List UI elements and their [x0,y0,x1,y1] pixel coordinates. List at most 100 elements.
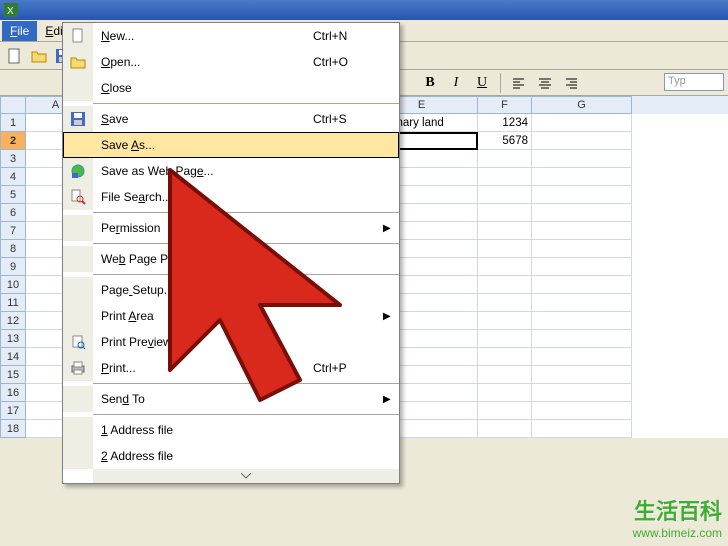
cell-F1[interactable]: 1234 [478,114,532,132]
cell-F14[interactable] [478,348,532,366]
row-header-10[interactable]: 10 [0,276,26,294]
menu-item-print-preview[interactable]: Print Preview [63,329,399,355]
menu-item-open[interactable]: Open...Ctrl+O [63,49,399,75]
cell-G15[interactable] [532,366,632,384]
menu-item-save[interactable]: SaveCtrl+S [63,106,399,132]
row-header-13[interactable]: 13 [0,330,26,348]
menu-expand-chevron[interactable] [93,469,399,483]
cell-F2[interactable]: 5678 [478,132,532,150]
row-header-12[interactable]: 12 [0,312,26,330]
row-header-17[interactable]: 17 [0,402,26,420]
cell-F15[interactable] [478,366,532,384]
cell-F17[interactable] [478,402,532,420]
align-center-icon[interactable] [535,73,555,93]
cell-G4[interactable] [532,168,632,186]
align-right-icon[interactable] [561,73,581,93]
select-all-corner[interactable] [0,96,26,114]
blank-icon [63,246,93,272]
menu-item-2-address-file[interactable]: 2 Address file [63,443,399,469]
cell-G9[interactable] [532,258,632,276]
blank-icon [63,75,93,101]
italic-button[interactable]: I [446,73,466,93]
row-header-3[interactable]: 3 [0,150,26,168]
menu-item-label: Print... [93,361,313,375]
cell-F18[interactable] [478,420,532,438]
cell-G13[interactable] [532,330,632,348]
file-menu-dropdown: New...Ctrl+NOpen...Ctrl+OClose SaveCtrl+S… [62,22,400,484]
row-header-14[interactable]: 14 [0,348,26,366]
cell-G2[interactable] [532,132,632,150]
cell-G12[interactable] [532,312,632,330]
column-header-G[interactable]: G [532,96,632,114]
row-header-11[interactable]: 11 [0,294,26,312]
cell-F13[interactable] [478,330,532,348]
cell-G16[interactable] [532,384,632,402]
new-doc-icon [63,23,93,49]
row-header-8[interactable]: 8 [0,240,26,258]
submenu-arrow-icon: ▶ [383,394,399,405]
align-left-icon[interactable] [509,73,529,93]
cell-G10[interactable] [532,276,632,294]
cell-G7[interactable] [532,222,632,240]
cell-F8[interactable] [478,240,532,258]
row-header-2[interactable]: 2 [0,132,26,150]
menu-item-print-area[interactable]: Print Area▶ [63,303,399,329]
cell-F11[interactable] [478,294,532,312]
cell-F7[interactable] [478,222,532,240]
menu-item-label: Send To [93,392,313,406]
print-preview-icon [63,329,93,355]
cell-G6[interactable] [532,204,632,222]
row-header-5[interactable]: 5 [0,186,26,204]
cell-G3[interactable] [532,150,632,168]
row-header-9[interactable]: 9 [0,258,26,276]
column-header-F[interactable]: F [478,96,532,114]
menu-item-print[interactable]: Print...Ctrl+P [63,355,399,381]
menu-item-permission[interactable]: Permission▶ [63,215,399,241]
menu-item-save-as-web-page[interactable]: Save as Web Page... [63,158,399,184]
row-header-6[interactable]: 6 [0,204,26,222]
menu-item-label: File Search... [93,190,313,204]
row-header-4[interactable]: 4 [0,168,26,186]
title-bar: X [0,0,728,20]
underline-button[interactable]: U [472,73,492,93]
blank-icon [63,386,93,412]
row-header-18[interactable]: 18 [0,420,26,438]
cell-G11[interactable] [532,294,632,312]
menu-item-new[interactable]: New...Ctrl+N [63,23,399,49]
row-header-16[interactable]: 16 [0,384,26,402]
cell-F6[interactable] [478,204,532,222]
menu-item-save-as[interactable]: Save As... [63,132,399,158]
cell-G17[interactable] [532,402,632,420]
cell-G18[interactable] [532,420,632,438]
blank-icon [63,303,93,329]
cell-F4[interactable] [478,168,532,186]
menu-item-send-to[interactable]: Send To ▶ [63,386,399,412]
menu-file[interactable]: File [2,21,37,41]
menu-separator [93,383,399,384]
cell-F3[interactable] [478,150,532,168]
cell-F16[interactable] [478,384,532,402]
cell-F5[interactable] [478,186,532,204]
menu-item-label: Save as Web Page... [93,164,313,178]
cell-G1[interactable] [532,114,632,132]
new-doc-icon[interactable] [4,45,26,67]
menu-item-close[interactable]: Close [63,75,399,101]
menu-item-page-setup[interactable]: Page Setup... [63,277,399,303]
cell-G5[interactable] [532,186,632,204]
menu-item-file-search[interactable]: File Search... [63,184,399,210]
menu-item-label: Page Setup... [93,283,313,297]
row-header-15[interactable]: 15 [0,366,26,384]
open-folder-icon[interactable] [28,45,50,67]
bold-button[interactable]: B [420,73,440,93]
row-header-7[interactable]: 7 [0,222,26,240]
cell-G8[interactable] [532,240,632,258]
cell-F10[interactable] [478,276,532,294]
row-header-1[interactable]: 1 [0,114,26,132]
file-search-icon [63,184,93,210]
type-question-box[interactable]: Typ [664,73,724,91]
menu-item-web-page-preview[interactable]: Web Page Preview [63,246,399,272]
cell-F12[interactable] [478,312,532,330]
cell-G14[interactable] [532,348,632,366]
cell-F9[interactable] [478,258,532,276]
menu-item-1-address-file[interactable]: 1 Address file [63,417,399,443]
